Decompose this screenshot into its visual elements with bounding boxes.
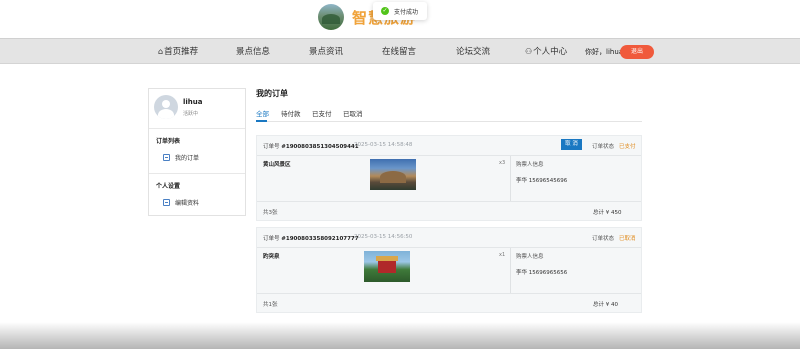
nav-user-center-label: 个人中心 — [533, 47, 568, 57]
nav-news[interactable]: 景点资讯 — [309, 39, 343, 65]
username: lihua — [183, 98, 203, 106]
profile-card: lihua 活跃中 — [149, 89, 245, 129]
tab-paid[interactable]: 已支付 — [312, 108, 332, 118]
sidebar-heading-settings: 个人设置 — [156, 183, 181, 190]
ticket-count: 共1张 — [263, 302, 278, 308]
order-number: 订单号 #1900803358092107777 — [263, 234, 359, 242]
order-body: 趵突泉 x1 购票人信息 李华 15696965656 — [257, 248, 641, 293]
order-header: 订单号 #1900803851304509441 2025-03-15 14:5… — [257, 136, 641, 156]
order-status: 已支付 — [619, 144, 636, 150]
order-header: 订单号 #1900803358092107777 2025-03-15 14:5… — [257, 228, 641, 248]
buyer-info-label: 购票人信息 — [516, 162, 544, 168]
order-total: 总计 ¥ 40 — [593, 302, 618, 308]
order-body: 黄山风景区 x3 购票人信息 李华 15696545696 — [257, 156, 641, 201]
greeting: 你好，lihua — [585, 48, 624, 56]
logout-button[interactable]: 退出 — [620, 45, 654, 59]
order-icon — [163, 154, 170, 161]
buyer-info: 李华 15696965656 — [516, 270, 568, 276]
attraction-name: 黄山风景区 — [263, 162, 291, 168]
user-status: 活跃中 — [183, 111, 199, 117]
order-status-label: 订单状态 — [592, 144, 615, 150]
nav-home[interactable]: ⌂首页推荐 — [158, 39, 198, 65]
ticket-count: 共3张 — [263, 210, 278, 216]
edit-icon — [163, 199, 170, 206]
order-number: 订单号 #1900803851304509441 — [263, 142, 359, 150]
cancel-button[interactable]: 取 消 — [561, 139, 582, 150]
nav-home-label: 首页推荐 — [164, 47, 199, 57]
order-time: 2025-03-15 14:58:48 — [354, 142, 413, 148]
sidebar-section-orders: 订单列表 我的订单 — [149, 129, 245, 174]
order-total: 总计 ¥ 450 — [593, 210, 622, 216]
site-logo — [318, 4, 344, 30]
order-tabs: 全部 待付款 已支付 已取消 — [256, 108, 642, 122]
nav-user-center[interactable]: ⚇个人中心 — [525, 39, 567, 65]
divider — [510, 248, 511, 293]
orders-panel: 我的订单 全部 待付款 已支付 已取消 订单号 #190080385130450… — [256, 88, 642, 313]
footer-shade — [0, 322, 800, 349]
order-card: 订单号 #1900803851304509441 2025-03-15 14:5… — [256, 135, 642, 221]
ticket-quantity: x1 — [499, 252, 506, 258]
sidebar-item-label: 我的订单 — [175, 155, 200, 162]
tab-pending[interactable]: 待付款 — [281, 108, 301, 118]
nav-forum[interactable]: 论坛交流 — [456, 39, 490, 65]
order-status: 已取消 — [619, 236, 636, 242]
order-status-label: 订单状态 — [592, 236, 615, 242]
order-footer: 共1张 总计 ¥ 40 — [257, 293, 641, 312]
nav-attractions[interactable]: 景点信息 — [236, 39, 270, 65]
sidebar-heading-orders: 订单列表 — [156, 138, 181, 145]
sidebar-item-label: 编辑资料 — [175, 200, 200, 207]
order-footer: 共3张 总计 ¥ 450 — [257, 201, 641, 220]
order-card: 订单号 #1900803358092107777 2025-03-15 14:5… — [256, 227, 642, 313]
main-nav: ⌂首页推荐 景点信息 景点资讯 在线留言 论坛交流 ⚇个人中心 你好，lihua… — [0, 38, 800, 64]
toast-message: 支付成功 — [394, 8, 419, 16]
nav-messages[interactable]: 在线留言 — [382, 39, 416, 65]
tab-all[interactable]: 全部 — [256, 108, 269, 118]
attraction-name: 趵突泉 — [263, 254, 280, 260]
sidebar-item-my-orders[interactable]: 我的订单 — [163, 153, 199, 162]
check-circle-icon: ✓ — [381, 7, 389, 15]
tab-cancelled[interactable]: 已取消 — [343, 108, 363, 118]
active-tab-indicator — [256, 120, 267, 122]
avatar — [154, 95, 178, 119]
order-number-label: 订单号 — [263, 144, 280, 150]
user-icon: ⚇ — [525, 47, 533, 56]
order-number-value: #1900803358092107777 — [281, 236, 359, 242]
success-toast: ✓ 支付成功 — [373, 2, 428, 20]
buyer-info-label: 购票人信息 — [516, 254, 544, 260]
user-sidebar: lihua 活跃中 订单列表 我的订单 个人设置 编辑资料 — [148, 88, 246, 216]
sidebar-item-edit-profile[interactable]: 编辑资料 — [163, 198, 199, 207]
divider — [510, 156, 511, 201]
order-number-label: 订单号 — [263, 236, 280, 242]
attraction-image[interactable] — [370, 159, 416, 190]
buyer-info: 李华 15696545696 — [516, 178, 568, 184]
page-title: 我的订单 — [256, 89, 288, 98]
home-icon: ⌂ — [158, 47, 164, 56]
sidebar-section-settings: 个人设置 编辑资料 — [149, 174, 245, 219]
order-time: 2025-03-15 14:56:50 — [354, 234, 413, 240]
ticket-quantity: x3 — [499, 160, 506, 166]
order-number-value: #1900803851304509441 — [281, 144, 359, 150]
attraction-image[interactable] — [364, 251, 410, 282]
